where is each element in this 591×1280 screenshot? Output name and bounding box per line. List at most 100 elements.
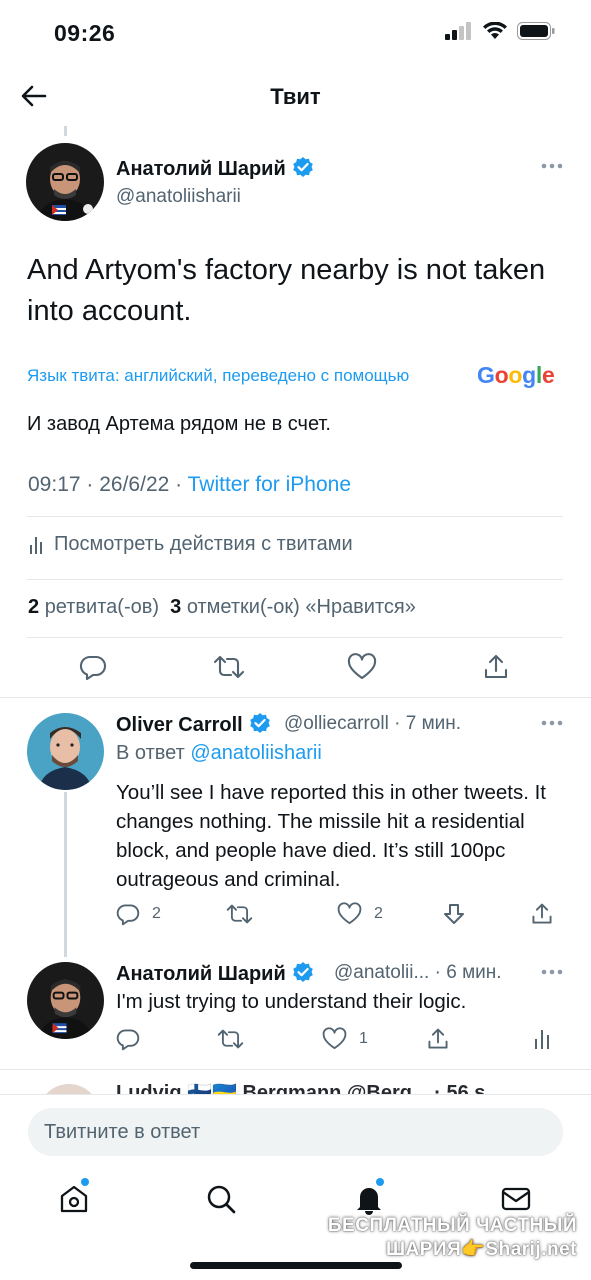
reply-handle-time[interactable]: @anatolii... · 6 мин. — [334, 962, 502, 984]
more-icon[interactable] — [540, 719, 564, 727]
watermark-line1: БЕСПЛАТНЫЙ ЧАСТНЫЙ — [327, 1215, 577, 1236]
battery-icon — [517, 22, 555, 40]
divider — [27, 516, 563, 517]
reply-to-handle[interactable]: @anatoliisharii — [190, 742, 321, 764]
likes-label[interactable]: отметки(-ок) «Нравится» — [187, 596, 416, 618]
home-notification-dot — [81, 1178, 89, 1186]
activity-label[interactable]: Посмотреть действия с твитами — [54, 533, 353, 556]
search-icon[interactable] — [204, 1182, 238, 1216]
reply-button[interactable] — [79, 653, 107, 681]
downvote-icon — [444, 904, 464, 924]
analytics-icon — [30, 536, 42, 554]
tweet-text: And Artyom's factory nearby is not taken… — [27, 254, 546, 327]
divider — [27, 637, 563, 638]
author-name[interactable]: Анатолий Шарий — [116, 156, 314, 181]
reply-icon — [79, 655, 107, 681]
divider — [0, 1069, 591, 1070]
share-icon — [484, 654, 508, 679]
reply-button[interactable]: 2 — [116, 902, 161, 926]
reply-author-name[interactable]: Oliver Carroll — [116, 712, 271, 737]
messages-icon[interactable] — [499, 1182, 533, 1216]
page-title: Твит — [270, 84, 321, 109]
home-indicator — [190, 1262, 402, 1269]
status-bar: 09:26 — [0, 0, 591, 66]
share-button[interactable] — [426, 1027, 450, 1051]
reply-icon — [116, 1029, 140, 1051]
translated-text: И завод Артема рядом не в счет. — [27, 413, 331, 435]
status-icons — [445, 22, 555, 40]
share-icon — [428, 1028, 448, 1049]
watermark-line2: ШАРИЯ👉Sharij.net — [385, 1239, 577, 1260]
tweet-activity-link[interactable]: Посмотреть действия с твитами — [28, 533, 353, 556]
notifications-icon[interactable] — [352, 1182, 386, 1216]
tweet-date: 26/6/22 — [99, 473, 170, 496]
reply-text: You’ll see I have reported this in other… — [116, 781, 546, 891]
notifications-dot — [376, 1178, 384, 1186]
google-logo: Google — [477, 362, 555, 388]
share-button[interactable] — [482, 653, 510, 681]
watermark: БЕСПЛАТНЫЙ ЧАСТНЫЙ ШАРИЯ👉Sharij.net — [328, 1214, 577, 1262]
author-handle[interactable]: @anatoliisharii — [116, 186, 241, 208]
like-button[interactable]: 2 — [337, 902, 383, 926]
reply-handle-time[interactable]: @olliecarroll · 7 мин. — [284, 713, 461, 735]
more-icon[interactable] — [540, 968, 564, 976]
status-time: 09:26 — [54, 20, 116, 46]
divider — [0, 697, 591, 698]
thread-connector — [64, 126, 67, 136]
retweet-button[interactable] — [226, 902, 253, 926]
tweet-stats: 2 ретвита(-ов) 3 отметки(-ок) «Нравится» — [28, 596, 416, 619]
wifi-icon — [483, 22, 507, 39]
divider — [27, 579, 563, 580]
tweet-meta: 09:17 · 26/6/22 · Twitter for iPhone — [28, 473, 352, 496]
like-button[interactable] — [347, 653, 377, 681]
reply-button[interactable] — [116, 1027, 140, 1051]
reply-author-name-text[interactable]: Анатолий Шарий — [116, 963, 286, 985]
reply-compose-input[interactable]: Твитните в ответ — [28, 1108, 563, 1156]
home-icon[interactable] — [57, 1182, 91, 1216]
retweet-icon — [226, 904, 253, 924]
top-nav: Твит — [0, 66, 591, 126]
like-icon — [322, 1027, 347, 1050]
like-count: 2 — [374, 905, 383, 922]
reply-handle[interactable]: @anatolii... — [334, 962, 429, 983]
likes-count[interactable]: 3 — [170, 596, 181, 618]
author-avatar[interactable] — [26, 143, 104, 221]
reply-avatar[interactable] — [27, 962, 104, 1039]
verified-badge-icon — [292, 962, 313, 982]
translation-label[interactable]: Язык твита: английский, переведено с пом… — [27, 366, 409, 386]
analytics-icon — [535, 1030, 549, 1049]
like-button[interactable]: 1 — [322, 1027, 368, 1051]
retweet-icon — [217, 1029, 244, 1049]
reply-to-label: В ответ — [116, 742, 185, 764]
signal-icon — [445, 22, 471, 40]
analytics-button[interactable] — [533, 1027, 551, 1051]
reply-time: 7 мин. — [405, 713, 462, 734]
retweet-button[interactable] — [217, 1027, 244, 1051]
reply-time: 6 мин. — [446, 962, 502, 983]
reply-to-line: В ответ @anatoliisharii — [116, 742, 322, 765]
reply-avatar[interactable] — [27, 713, 104, 790]
share-icon — [532, 903, 552, 924]
verified-badge-icon — [292, 157, 313, 177]
reply-count: 2 — [152, 905, 161, 922]
reply-author-name[interactable]: Анатолий Шарий — [116, 961, 314, 986]
like-icon — [347, 653, 377, 680]
verified-badge-icon — [249, 713, 270, 733]
like-count: 1 — [359, 1030, 368, 1047]
more-icon[interactable] — [540, 162, 564, 170]
reply-text: I'm just trying to understand their logi… — [116, 990, 467, 1013]
share-button[interactable] — [530, 902, 554, 926]
reply-handle[interactable]: @olliecarroll — [284, 713, 389, 734]
tweet-source[interactable]: Twitter for iPhone — [188, 473, 351, 496]
retweet-icon — [213, 655, 245, 679]
retweets-count[interactable]: 2 — [28, 596, 39, 618]
retweet-button[interactable] — [213, 653, 245, 681]
retweets-label[interactable]: ретвита(-ов) — [45, 596, 159, 618]
like-icon — [337, 902, 362, 925]
author-name-text[interactable]: Анатолий Шарий — [116, 158, 286, 180]
thread-line — [64, 792, 67, 957]
reply-icon — [116, 904, 140, 926]
reply-author-name-text[interactable]: Oliver Carroll — [116, 714, 243, 736]
downvote-button[interactable] — [443, 902, 465, 926]
tweet-time: 09:17 — [28, 473, 81, 496]
